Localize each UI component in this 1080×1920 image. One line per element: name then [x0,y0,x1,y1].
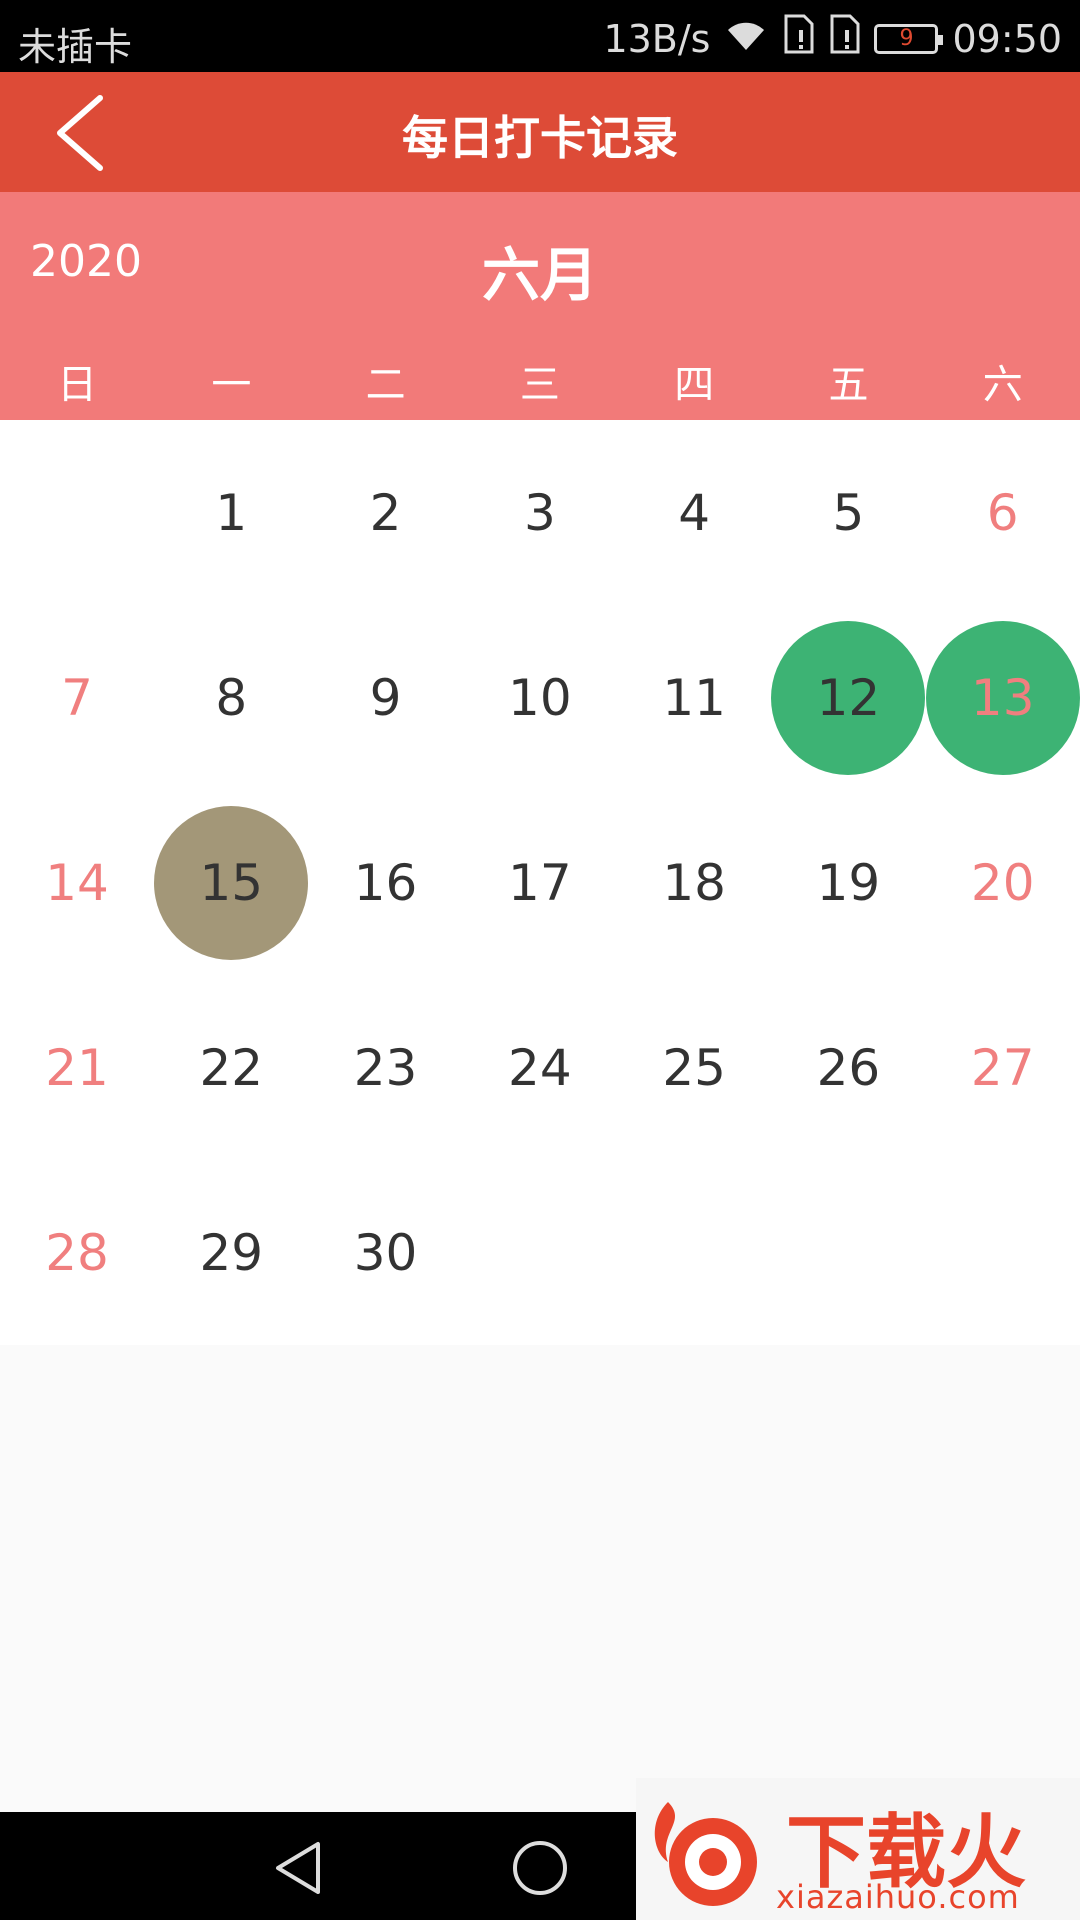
wifi-icon [724,16,768,61]
day-cell[interactable]: 22 [154,975,308,1160]
day-cell[interactable]: 13 [925,605,1080,790]
carrier-text: 未插卡 [18,25,133,69]
page-title: 每日打卡记录 [402,111,678,165]
day-number: 5 [832,483,865,542]
back-triangle-icon [276,1842,320,1894]
day-number: 19 [816,853,881,912]
day-cell[interactable]: 30 [309,1160,463,1345]
day-number: 30 [353,1223,418,1282]
title-bar: 每日打卡记录 [0,72,1080,192]
day-number: 13 [925,620,1080,775]
day-number: 16 [353,853,418,912]
day-cell[interactable]: 29 [154,1160,308,1345]
day-cell[interactable]: 19 [771,790,925,975]
weekday-label: 五 [828,362,869,408]
watermark-url: xiazaihuo.com [776,1878,1020,1916]
day-cell[interactable]: 18 [617,790,771,975]
day-cell[interactable]: 4 [617,420,771,605]
weekday-label: 二 [365,362,406,408]
day-cell[interactable]: 1 [154,420,308,605]
day-number: 4 [678,483,711,542]
day-number: 12 [771,620,926,775]
day-cell[interactable]: 17 [463,790,617,975]
day-cell[interactable]: 7 [0,605,154,790]
day-number: 2 [369,483,402,542]
sim-card-icon [828,14,860,63]
day-cell[interactable]: 10 [463,605,617,790]
day-number: 17 [508,853,572,912]
day-cell[interactable]: 8 [154,605,308,790]
day-number: 23 [353,1038,418,1097]
day-number: 27 [970,1038,1035,1097]
battery-icon: 9 [874,23,944,54]
day-cell[interactable]: 28 [0,1160,154,1345]
day-cell[interactable]: 20 [926,790,1080,975]
day-number: 26 [816,1038,881,1097]
sim-card-icon [782,14,814,63]
weekday-label: 六 [982,362,1023,408]
day-number: 9 [369,668,402,727]
day-number: 24 [508,1038,572,1097]
day-cell[interactable]: 25 [617,975,771,1160]
weekday-label: 日 [57,362,98,408]
net-speed: 13B/s [603,16,711,61]
day-number: 29 [199,1223,264,1282]
day-number: 7 [61,668,93,727]
day-number: 14 [45,853,109,912]
day-cell[interactable]: 15 [154,790,309,975]
day-cell[interactable]: 3 [463,420,617,605]
day-number: 1 [215,483,248,542]
day-cell[interactable]: 26 [771,975,925,1160]
status-bar: 未插卡 13B/s 9 09:50 [0,0,1080,72]
status-icons: 13B/s 9 09:50 [603,14,1062,63]
calendar-header: 2020 六月 日 一 二 三 四 五 六 [0,192,1080,420]
nav-back-button[interactable] [270,1838,330,1902]
day-cell[interactable]: 6 [926,420,1080,605]
weekday-label: 四 [674,362,715,408]
flame-logo-icon [654,1802,757,1906]
weekday-label: 一 [211,362,252,408]
day-cell[interactable]: 5 [771,420,925,605]
day-number: 6 [986,483,1019,542]
day-number: 20 [970,853,1035,912]
watermark: 下载火 xiazaihuo.com [636,1778,1080,1920]
day-number: 8 [215,668,248,727]
day-number: 22 [199,1038,264,1097]
home-circle-icon [513,1841,567,1895]
day-number: 21 [45,1038,109,1097]
day-number: 15 [154,805,309,960]
clock: 09:50 [952,16,1062,61]
day-cell[interactable]: 16 [309,790,463,975]
day-cell[interactable]: 14 [0,790,154,975]
day-cell[interactable]: 2 [309,420,463,605]
calendar-grid: 1 2 3 4 5 6 7 8 9 10 11 12 13 14 15 16 17 18 19 20 21 22 23 24 2… [0,420,1080,1345]
month-label: 六月 [481,241,598,309]
day-number: 3 [523,483,556,542]
day-cell[interactable]: 11 [617,605,771,790]
day-cell[interactable]: 12 [771,605,926,790]
day-cell[interactable]: 21 [0,975,154,1160]
day-number: 25 [662,1038,726,1097]
day-number: 28 [45,1223,109,1282]
nav-home-button[interactable] [510,1838,570,1902]
day-cell[interactable]: 24 [463,975,617,1160]
day-number: 11 [662,668,726,727]
weekday-row: 日 一 二 三 四 五 六 [0,352,1080,410]
day-cell[interactable]: 9 [309,605,463,790]
day-number: 18 [662,853,726,912]
day-cell[interactable]: 23 [309,975,463,1160]
day-cell[interactable]: 27 [926,975,1080,1160]
weekday-label: 三 [519,362,560,408]
day-number: 10 [508,668,572,727]
